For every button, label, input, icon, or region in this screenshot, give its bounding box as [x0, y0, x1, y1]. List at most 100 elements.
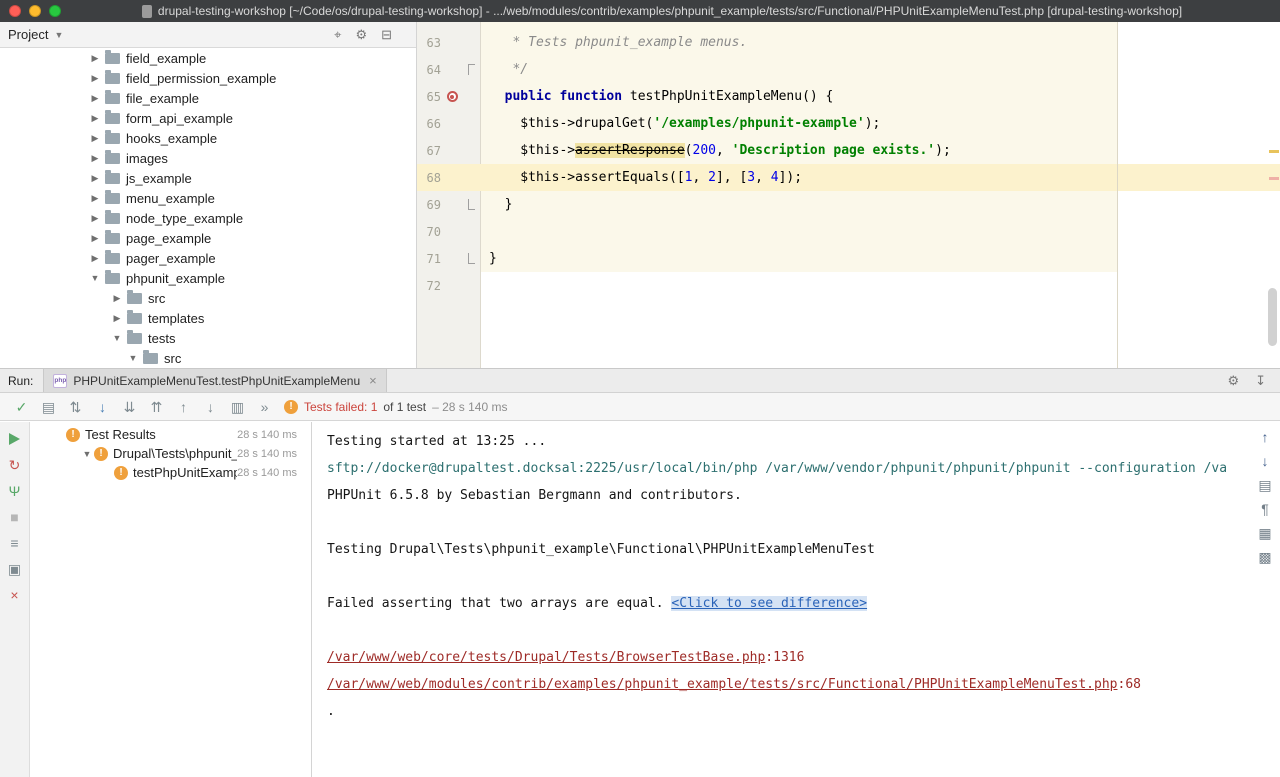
- project-tree-item-tests[interactable]: ▼tests: [0, 328, 416, 348]
- line-number[interactable]: 67: [417, 144, 441, 158]
- test-console[interactable]: Testing started at 13:25 ...sftp://docke…: [312, 422, 1280, 777]
- line-number[interactable]: 66: [417, 117, 441, 131]
- collapse-all-icon[interactable]: ⇈: [143, 393, 170, 421]
- hide-panel-icon[interactable]: ⊟: [381, 27, 392, 43]
- warning-stripe-mark[interactable]: [1269, 150, 1279, 153]
- chevron-right-icon[interactable]: ▶: [110, 313, 124, 324]
- project-tree-item-menu_example[interactable]: ▶ menu_example: [0, 188, 416, 208]
- close-tab-icon[interactable]: ×: [369, 373, 377, 388]
- export-icon[interactable]: ▤: [1258, 478, 1271, 492]
- gear-icon[interactable]: ⚙: [355, 27, 367, 43]
- pin-tab-icon[interactable]: ▣: [6, 560, 24, 578]
- chevron-right-icon[interactable]: ▶: [88, 73, 102, 84]
- chevron-right-icon[interactable]: ▶: [88, 133, 102, 144]
- prev-message-icon[interactable]: ↑: [1262, 430, 1269, 444]
- fold-end-icon[interactable]: [468, 253, 475, 264]
- project-tree-item-page_example[interactable]: ▶page_example: [0, 228, 416, 248]
- run-tab[interactable]: php PHPUnitExampleMenuTest.testPhpUnitEx…: [43, 369, 386, 392]
- tree-item-label: menu_example: [126, 191, 215, 206]
- error-stripe-mark[interactable]: [1269, 177, 1279, 180]
- window-title-wrap: drupal-testing-workshop [~/Code/os/drupa…: [50, 4, 1274, 18]
- code-rows[interactable]: * Tests phpunit_example menus. */ public…: [489, 29, 1280, 299]
- print-icon[interactable]: ▦: [1258, 526, 1271, 540]
- chevron-right-icon[interactable]: ▶: [110, 293, 124, 304]
- line-number[interactable]: 68: [417, 171, 441, 185]
- close-icon[interactable]: ×: [6, 586, 24, 604]
- test-failed-gutter-icon[interactable]: [447, 91, 458, 102]
- chevron-right-icon[interactable]: ▶: [88, 253, 102, 264]
- toggle-auto-test-icon[interactable]: Ψ: [6, 482, 24, 500]
- line-number[interactable]: 65: [417, 90, 441, 104]
- expand-all-icon[interactable]: ⇊: [116, 393, 143, 421]
- php-file-icon: php: [53, 374, 67, 388]
- line-number[interactable]: 72: [417, 279, 441, 293]
- zoom-window-button[interactable]: [49, 5, 61, 17]
- chevron-down-icon[interactable]: ▼: [126, 353, 140, 363]
- locate-file-icon[interactable]: ⌖: [334, 27, 341, 43]
- line-number[interactable]: 64: [417, 63, 441, 77]
- close-window-button[interactable]: [9, 5, 21, 17]
- test-tree-row-2[interactable]: !testPhpUnitExampleM28 s 140 ms: [30, 463, 311, 482]
- import-test-results-icon[interactable]: ▥: [224, 393, 251, 421]
- test-tree-row-1[interactable]: ▼!Drupal\Tests\phpunit_ex28 s 140 ms: [30, 444, 311, 463]
- project-tree-item-hooks_example[interactable]: ▶hooks_example: [0, 128, 416, 148]
- chevron-down-icon[interactable]: ▼: [80, 449, 94, 459]
- sort-alphabetically-icon[interactable]: ↓: [89, 393, 116, 421]
- project-tree-item-phpunit_example[interactable]: ▼phpunit_example: [0, 268, 416, 288]
- soft-wrap-icon[interactable]: ¶: [1261, 502, 1269, 516]
- chevron-down-icon[interactable]: ▼: [54, 30, 63, 40]
- editor[interactable]: 63 64 65 66 67 68 69 70 71 72 * Tests phpunit_exa…: [417, 22, 1280, 368]
- editor-scrollbar-thumb[interactable]: [1268, 288, 1277, 346]
- chevron-down-icon[interactable]: ▼: [88, 273, 102, 283]
- line-number[interactable]: 63: [417, 36, 441, 50]
- stack-trace-link[interactable]: /var/www/web/core/tests/Drupal/Tests/Bro…: [327, 650, 765, 665]
- fold-start-icon[interactable]: [468, 64, 475, 75]
- sort-by-duration-icon[interactable]: ⇅: [62, 393, 89, 421]
- project-tree-item-node_type_example[interactable]: ▶node_type_example: [0, 208, 416, 228]
- previous-failed-test-icon[interactable]: ↑: [170, 393, 197, 421]
- chevron-right-icon[interactable]: ▶: [88, 93, 102, 104]
- stop-icon[interactable]: ■: [6, 508, 24, 526]
- show-output-icon[interactable]: ▤: [35, 393, 62, 421]
- chevron-right-icon[interactable]: ▶: [88, 53, 102, 64]
- chevron-right-icon[interactable]: ▶: [88, 213, 102, 224]
- line-number[interactable]: 71: [417, 252, 441, 266]
- fold-end-icon[interactable]: [468, 199, 475, 210]
- project-tree-item-field_example[interactable]: ▶field_example: [0, 48, 416, 68]
- run-panel-label: Run:: [0, 374, 43, 388]
- chevron-down-icon[interactable]: ▼: [110, 333, 124, 343]
- chevron-right-icon[interactable]: ▶: [88, 173, 102, 184]
- more-actions-icon[interactable]: »: [251, 393, 278, 421]
- hide-toolwindow-icon[interactable]: ↧: [1255, 373, 1266, 389]
- chevron-right-icon[interactable]: ▶: [88, 233, 102, 244]
- show-passed-icon[interactable]: ✓: [8, 393, 35, 421]
- project-tree-item-file_example[interactable]: ▶file_example: [0, 88, 416, 108]
- project-tree-item-form_api_example[interactable]: ▶form_api_example: [0, 108, 416, 128]
- project-panel-header[interactable]: Project ▼ ⌖⚙⊟: [0, 22, 416, 48]
- test-tree-row-0[interactable]: !Test Results28 s 140 ms: [30, 425, 311, 444]
- line-number[interactable]: 69: [417, 198, 441, 212]
- rerun-failed-tests-icon[interactable]: ↻: [6, 456, 24, 474]
- gear-icon[interactable]: ⚙: [1227, 373, 1239, 389]
- line-number[interactable]: 70: [417, 225, 441, 239]
- chevron-right-icon[interactable]: ▶: [88, 153, 102, 164]
- project-tree-item-js_example[interactable]: ▶js_example: [0, 168, 416, 188]
- project-tree-item-src[interactable]: ▼src: [0, 348, 416, 368]
- chevron-right-icon[interactable]: ▶: [88, 113, 102, 124]
- project-tree-item-src[interactable]: ▶src: [0, 288, 416, 308]
- stack-trace-link[interactable]: /var/www/web/modules/contrib/examples/ph…: [327, 677, 1118, 692]
- project-tree-item-pager_example[interactable]: ▶pager_example: [0, 248, 416, 268]
- chevron-right-icon[interactable]: ▶: [88, 193, 102, 204]
- stack-trace-line-number: :68: [1118, 677, 1141, 692]
- project-tree-item-images[interactable]: ▶images: [0, 148, 416, 168]
- rerun-test-icon[interactable]: [6, 430, 24, 448]
- view-difference-link[interactable]: <Click to see difference>: [671, 596, 867, 611]
- project-tree-item-templates[interactable]: ▶templates: [0, 308, 416, 328]
- test-history-icon[interactable]: ≡: [6, 534, 24, 552]
- next-message-icon[interactable]: ↓: [1262, 454, 1269, 468]
- project-tree-item-field_permission_example[interactable]: ▶field_permission_example: [0, 68, 416, 88]
- clear-console-icon[interactable]: ▩: [1258, 550, 1271, 564]
- minimize-window-button[interactable]: [29, 5, 41, 17]
- next-failed-test-icon[interactable]: ↓: [197, 393, 224, 421]
- code-line-70: [489, 218, 1280, 245]
